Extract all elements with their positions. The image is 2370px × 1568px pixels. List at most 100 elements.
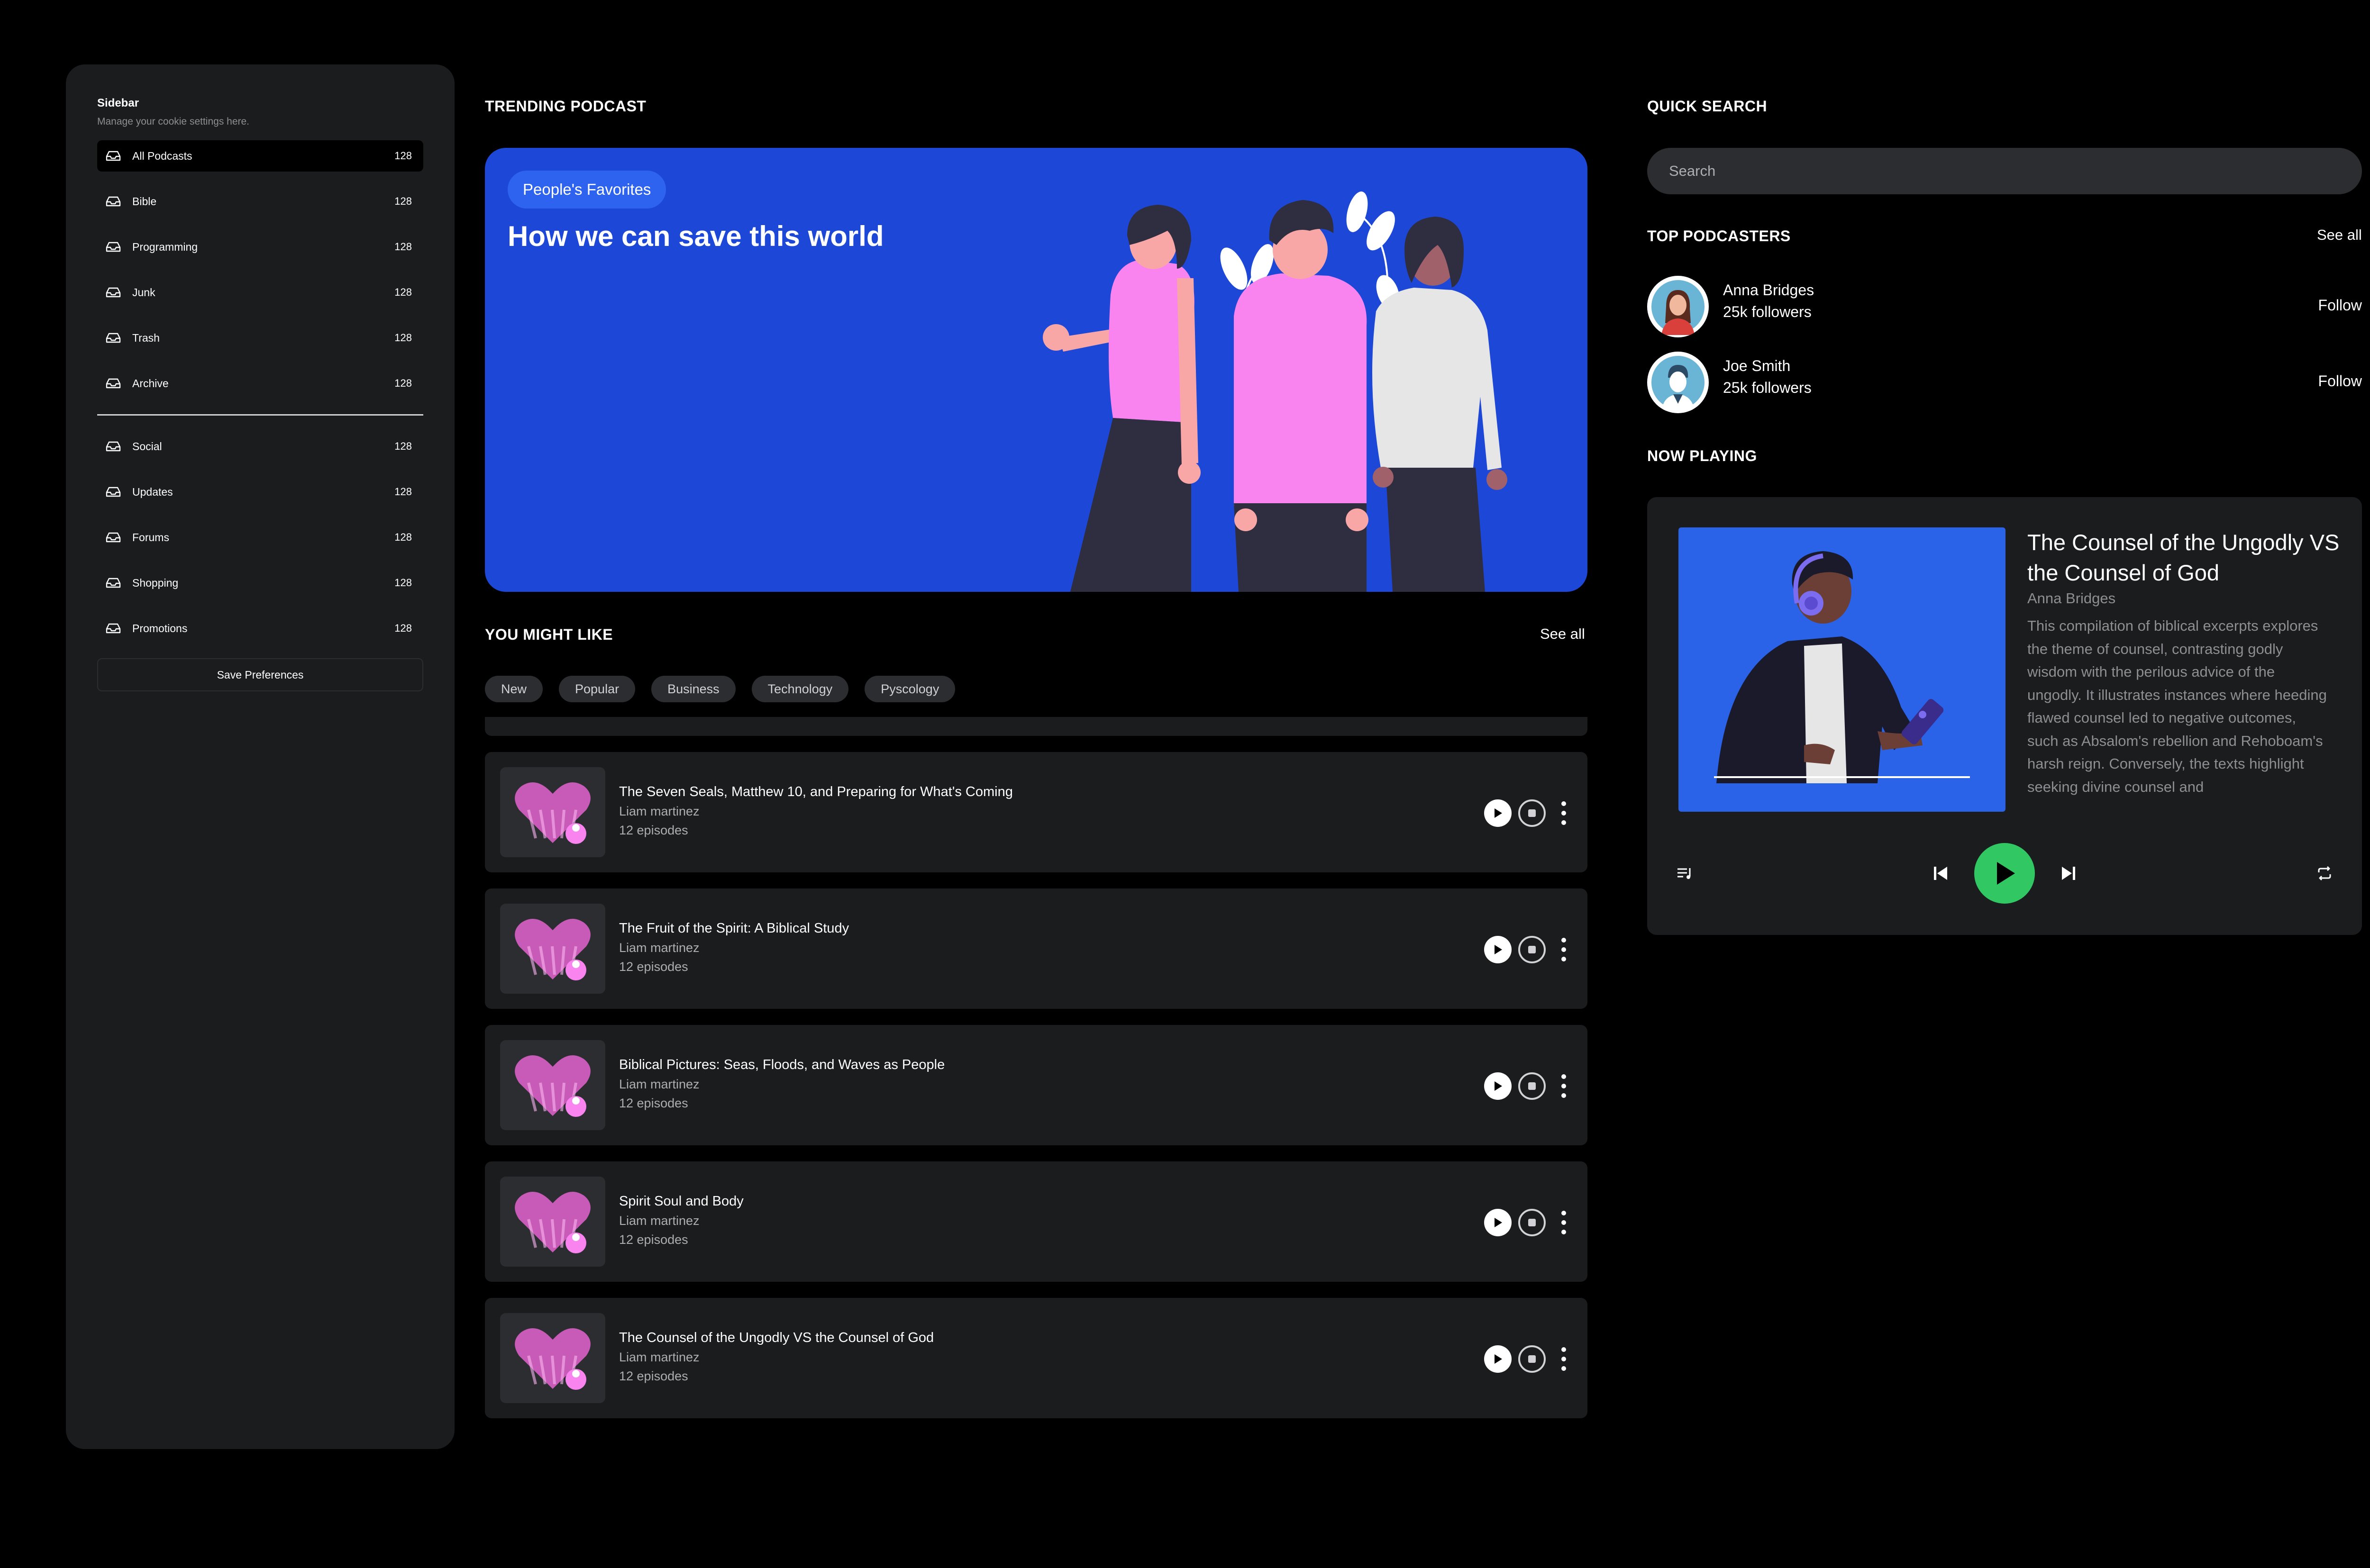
trending-heading: TRENDING PODCAST xyxy=(485,98,647,115)
stop-button[interactable] xyxy=(1518,1345,1546,1373)
inbox-icon xyxy=(106,378,122,389)
podcaster-name: Joe Smith xyxy=(1723,357,1791,374)
now-playing-author: Anna Bridges xyxy=(2027,590,2116,607)
now-playing-description: This compilation of biblical excerpts ex… xyxy=(2027,617,2327,795)
follow-button[interactable]: Follow xyxy=(2318,372,2362,390)
trending-hero-card[interactable]: People's Favorites How we can save this … xyxy=(485,148,1587,592)
sidebar-list: All Podcasts 128 Bible 128 Programming 1… xyxy=(97,140,423,399)
more-options-icon[interactable] xyxy=(1559,799,1568,827)
podcast-title: Spirit Soul and Body xyxy=(619,1194,744,1209)
more-options-icon[interactable] xyxy=(1559,1209,1568,1236)
filter-chip-new[interactable]: New xyxy=(485,676,543,702)
podcast-thumbnail xyxy=(500,1313,605,1403)
inbox-icon xyxy=(106,332,122,344)
podcast-episodes: 12 episodes xyxy=(619,823,688,837)
sidebar-item-count: 128 xyxy=(394,577,412,589)
podcast-row[interactable]: Biblical Pictures: Seas, Floods, and Wav… xyxy=(485,1025,1587,1145)
repeat-icon[interactable] xyxy=(2313,862,2336,885)
filter-chip-popular[interactable]: Popular xyxy=(559,676,636,702)
inbox-icon xyxy=(106,486,122,498)
sidebar-item-promotions[interactable]: Promotions 128 xyxy=(97,613,423,644)
sidebar-item-programming[interactable]: Programming 128 xyxy=(97,231,423,263)
next-track-icon[interactable] xyxy=(2057,862,2080,885)
stop-button[interactable] xyxy=(1518,799,1546,827)
people-illustration xyxy=(1043,191,1507,592)
podcast-title: The Counsel of the Ungodly VS the Counse… xyxy=(619,1330,934,1345)
sidebar-item-bible[interactable]: Bible 128 xyxy=(97,186,423,217)
stop-button[interactable] xyxy=(1518,1209,1546,1236)
avatar[interactable] xyxy=(1647,276,1709,337)
play-button[interactable] xyxy=(1484,1345,1512,1373)
podcast-episodes: 12 episodes xyxy=(619,1233,688,1247)
podcast-thumbnail xyxy=(500,767,605,857)
might-like-see-all-link[interactable]: See all xyxy=(1540,625,1585,643)
podcaster-followers: 25k followers xyxy=(1723,303,1812,320)
stop-button[interactable] xyxy=(1518,936,1546,963)
sidebar-item-shopping[interactable]: Shopping 128 xyxy=(97,567,423,598)
sidebar-item-updates[interactable]: Updates 128 xyxy=(97,476,423,508)
more-options-icon[interactable] xyxy=(1559,1345,1568,1373)
podcaster-name: Anna Bridges xyxy=(1723,281,1814,299)
podcast-row[interactable]: The Counsel of the Ungodly VS the Counse… xyxy=(485,1298,1587,1418)
podcast-thumbnail xyxy=(500,904,605,994)
sidebar-item-count: 128 xyxy=(394,486,412,498)
play-button[interactable] xyxy=(1484,936,1512,963)
sidebar-item-label: Promotions xyxy=(132,622,188,634)
podcast-episodes: 12 episodes xyxy=(619,1369,688,1383)
play-button[interactable] xyxy=(1484,1209,1512,1236)
favorites-badge: People's Favorites xyxy=(508,171,666,208)
podcast-row[interactable]: The Seven Seals, Matthew 10, and Prepari… xyxy=(485,752,1587,872)
top-podcasters-see-all-link[interactable]: See all xyxy=(2317,227,2362,244)
play-button[interactable] xyxy=(1484,799,1512,827)
filter-chip-business[interactable]: Business xyxy=(651,676,736,702)
sidebar-item-count: 128 xyxy=(394,440,412,452)
podcast-row[interactable]: The Fruit of the Spirit: A Biblical Stud… xyxy=(485,888,1587,1009)
filter-chip-technology[interactable]: Technology xyxy=(751,676,849,702)
more-options-icon[interactable] xyxy=(1559,1072,1568,1100)
sidebar-item-count: 128 xyxy=(394,332,412,344)
podcast-author: Liam martinez xyxy=(619,1077,700,1091)
play-pause-button[interactable] xyxy=(1974,843,2035,904)
previous-track-icon[interactable] xyxy=(1929,862,1952,885)
sidebar-item-count: 128 xyxy=(394,195,412,207)
sidebar-item-junk[interactable]: Junk 128 xyxy=(97,277,423,308)
avatar[interactable] xyxy=(1647,352,1709,413)
queue-icon[interactable] xyxy=(1674,862,1696,885)
sidebar: Sidebar Manage your cookie settings here… xyxy=(66,64,455,1449)
follow-button[interactable]: Follow xyxy=(2318,297,2362,314)
sidebar-item-label: Updates xyxy=(132,485,173,498)
sidebar-item-label: Trash xyxy=(132,331,160,344)
podcaster-followers: 25k followers xyxy=(1723,379,1812,396)
podcast-row[interactable]: Spirit Soul and Body Liam martinez 12 ep… xyxy=(485,1161,1587,1282)
play-button[interactable] xyxy=(1484,1072,1512,1100)
now-playing-card: The Counsel of the Ungodly VS the Counse… xyxy=(1647,497,2362,935)
now-playing-artwork xyxy=(1678,527,2005,812)
sidebar-item-social[interactable]: Social 128 xyxy=(97,431,423,462)
inbox-icon xyxy=(106,241,122,253)
sidebar-item-label: Shopping xyxy=(132,576,179,589)
inbox-icon xyxy=(106,441,122,452)
more-options-icon[interactable] xyxy=(1559,936,1568,963)
top-podcasters-heading: TOP PODCASTERS xyxy=(1647,227,1791,245)
sidebar-item-count: 128 xyxy=(394,622,412,634)
sidebar-item-trash[interactable]: Trash 128 xyxy=(97,322,423,353)
search-input[interactable] xyxy=(1669,163,2340,180)
podcast-thumbnail xyxy=(500,1177,605,1267)
sidebar-item-count: 128 xyxy=(394,531,412,543)
sidebar-item-label: Junk xyxy=(132,286,155,299)
save-preferences-button[interactable]: Save Preferences xyxy=(97,658,423,691)
podcast-title: The Seven Seals, Matthew 10, and Prepari… xyxy=(619,784,1013,799)
filter-chip-pyscology[interactable]: Pyscology xyxy=(865,676,956,702)
inbox-icon xyxy=(106,623,122,634)
quick-search-heading: QUICK SEARCH xyxy=(1647,98,1768,115)
stop-button[interactable] xyxy=(1518,1072,1546,1100)
might-like-heading: YOU MIGHT LIKE xyxy=(485,626,613,643)
sidebar-item-archive[interactable]: Archive 128 xyxy=(97,368,423,399)
sidebar-item-forums[interactable]: Forums 128 xyxy=(97,522,423,553)
sidebar-item-all-podcasts[interactable]: All Podcasts 128 xyxy=(97,140,423,172)
sidebar-item-count: 128 xyxy=(394,241,412,253)
podcast-episodes: 12 episodes xyxy=(619,960,688,974)
inbox-icon xyxy=(106,577,122,589)
search-bar xyxy=(1647,148,2362,194)
sidebar-item-label: All Podcasts xyxy=(132,149,192,162)
